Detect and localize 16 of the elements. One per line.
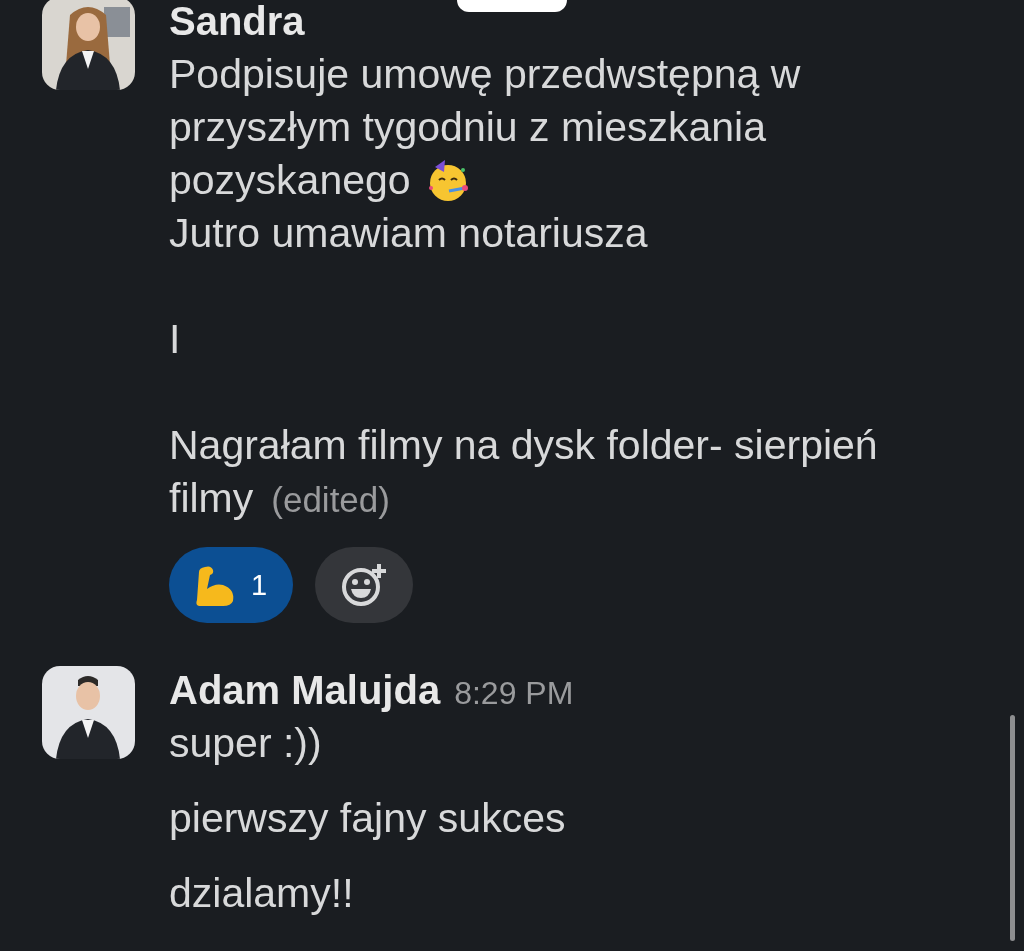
reaction-button[interactable]: 1	[169, 547, 294, 623]
message-text: Podpisuje umowę przedwstępną w	[169, 51, 801, 98]
message-text: przyszłym tygodniu z mieszkania	[169, 104, 766, 151]
message-time: 8:29 PM	[454, 675, 574, 712]
author-name[interactable]: Sandra	[169, 0, 305, 48]
author-name[interactable]: Adam Malujda	[169, 663, 441, 717]
message-text: super :))	[169, 720, 322, 767]
message-text: filmy (edited)	[169, 475, 390, 522]
message-text: pierwszy fajny sukces	[169, 795, 566, 842]
scrollbar[interactable]	[1010, 715, 1015, 941]
message-text: pozyskanego	[169, 157, 411, 204]
message-text: Jutro umawiam notariusza	[169, 210, 648, 257]
edited-label: (edited)	[271, 480, 390, 519]
message-text: Nagrałam filmy na dysk folder- sierpień	[169, 422, 878, 469]
message-text: dzialamy!!	[169, 870, 354, 917]
message-text: I	[169, 316, 181, 363]
